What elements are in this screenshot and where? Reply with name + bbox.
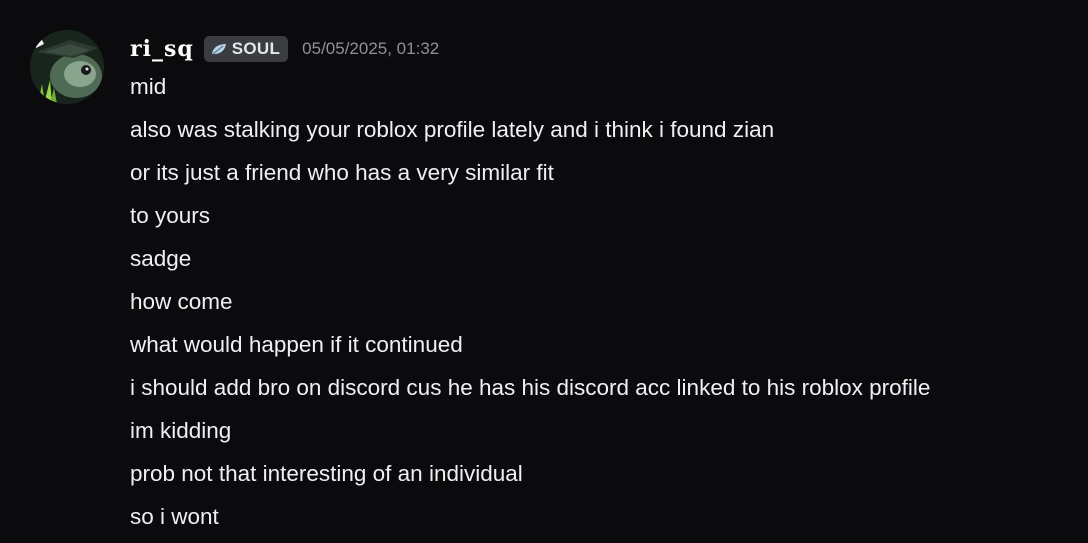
guild-tag-label: SOUL — [231, 39, 281, 58]
frog-avatar-icon — [30, 30, 104, 104]
message-header: ri_sq SOUL 05/05/2025, 01:32 — [130, 34, 439, 64]
message-line: so i wont — [130, 504, 219, 529]
guild-tag-badge[interactable]: SOUL — [203, 36, 289, 62]
message-line: mid — [130, 74, 167, 99]
leaf-badge-icon — [210, 42, 228, 56]
chat-message: ri_sq SOUL 05/05/2025, 01:32 mid also wa… — [0, 0, 1088, 540]
message-line: what would happen if it continued — [130, 332, 463, 357]
username[interactable]: ri_sq — [130, 36, 194, 62]
message-line: prob not that interesting of an individu… — [130, 461, 523, 486]
message-line: how come — [130, 289, 233, 314]
message-line: sadge — [130, 246, 192, 271]
message-line: i should add bro on discord cus he has h… — [130, 375, 931, 400]
message-line: im kidding — [130, 418, 232, 443]
message-line: or its just a friend who has a very simi… — [130, 160, 554, 185]
message-timestamp: 05/05/2025, 01:32 — [302, 39, 440, 58]
user-avatar[interactable] — [30, 30, 104, 104]
message-line: also was stalking your roblox profile la… — [130, 117, 775, 142]
message-content: mid also was stalking your roblox profil… — [130, 70, 930, 543]
message-line: to yours — [130, 203, 211, 228]
